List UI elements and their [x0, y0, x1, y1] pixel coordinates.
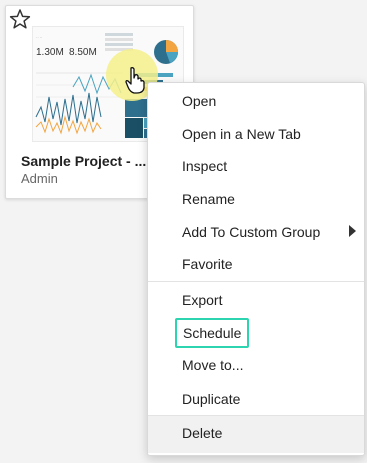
- menu-item-label: Inspect: [182, 158, 228, 174]
- thumbnail-kpi-2: 8.50M: [69, 47, 97, 58]
- menu-item-label: Add To Custom Group: [182, 224, 321, 240]
- thumbnail-kpi-1: 1.30M: [36, 47, 64, 58]
- menu-item-label: Schedule: [175, 318, 250, 348]
- context-menu: Open Open in a New Tab Inspect Rename Ad…: [147, 82, 365, 456]
- project-owner: Admin: [21, 171, 58, 186]
- project-title[interactable]: Sample Project - ...: [21, 153, 146, 169]
- menu-item-open-new-tab[interactable]: Open in a New Tab: [148, 120, 364, 148]
- menu-item-move-to[interactable]: Move to...: [148, 351, 364, 379]
- menu-item-inspect[interactable]: Inspect: [148, 152, 364, 180]
- menu-divider: [148, 281, 364, 282]
- favorite-star-icon[interactable]: [9, 8, 31, 30]
- hand-pointer-icon: [124, 66, 146, 94]
- menu-item-label: Open: [182, 93, 217, 109]
- menu-item-label: Move to...: [182, 357, 244, 373]
- menu-item-open[interactable]: Open: [148, 87, 364, 115]
- menu-item-duplicate[interactable]: Duplicate: [148, 385, 364, 413]
- menu-item-label: Delete: [182, 425, 223, 441]
- menu-item-schedule[interactable]: Schedule: [148, 318, 364, 348]
- menu-item-label: Favorite: [182, 256, 233, 272]
- caret-right-icon: [349, 225, 356, 237]
- menu-item-add-to-custom-group[interactable]: Add To Custom Group: [148, 218, 364, 246]
- menu-item-label: Duplicate: [182, 391, 241, 407]
- menu-item-label: Open in a New Tab: [182, 126, 301, 142]
- menu-item-label: Rename: [182, 191, 235, 207]
- menu-item-export[interactable]: Export: [148, 286, 364, 314]
- svg-text:·· ··: ·· ··: [36, 35, 42, 40]
- menu-item-delete[interactable]: Delete: [148, 416, 364, 453]
- menu-item-rename[interactable]: Rename: [148, 185, 364, 213]
- menu-item-label: Export: [182, 292, 223, 308]
- menu-item-favorite[interactable]: Favorite: [148, 250, 364, 278]
